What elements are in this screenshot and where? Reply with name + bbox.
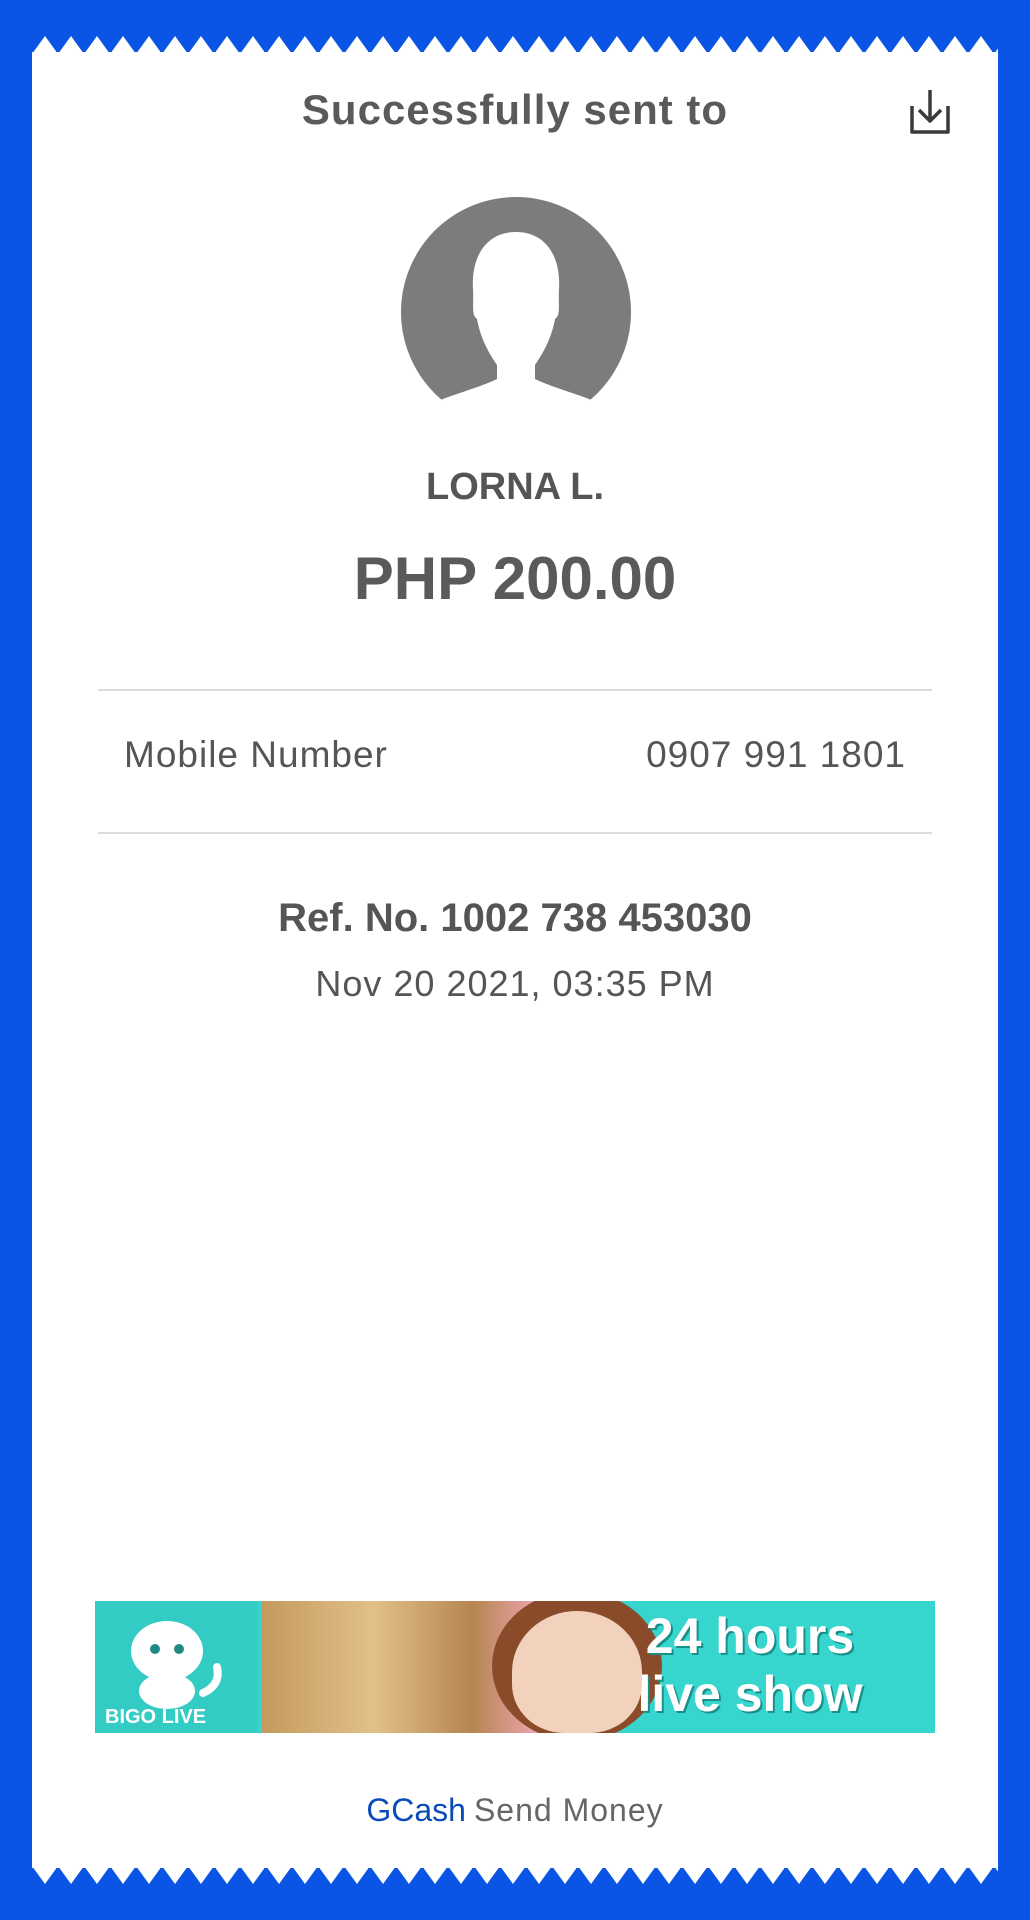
ad-face — [512, 1611, 642, 1733]
reference-number: Ref. No. 1002 738 453030 — [278, 896, 752, 940]
page-title: Successfully sent to — [301, 86, 729, 133]
mobile-number-value: 0907 991 1801 — [646, 734, 906, 775]
download-icon — [910, 90, 950, 134]
divider-top — [98, 689, 932, 691]
user-avatar-icon — [401, 197, 631, 402]
recipient-name: LORNA L. — [425, 466, 604, 508]
ad-banner[interactable]: BIGO LIVE 24 hours live show — [95, 1601, 935, 1733]
footer-brand: GCash — [366, 1792, 466, 1828]
mobile-number-label: Mobile Number — [124, 734, 388, 775]
receipt-top-edge — [32, 30, 998, 54]
ad-photo — [262, 1601, 662, 1733]
download-button[interactable] — [904, 86, 956, 138]
receipt-bottom-edge — [32, 1866, 998, 1890]
transaction-date: Nov 20 2021, 03:35 PM — [315, 963, 715, 1004]
bigo-logo: BIGO LIVE — [95, 1601, 257, 1733]
divider-bottom — [98, 832, 932, 834]
bigo-brand: BIGO LIVE — [105, 1706, 207, 1728]
amount-sent: PHP 200.00 — [353, 545, 677, 612]
footer-service: Send Money — [473, 1792, 664, 1828]
footer: GCash Send Money — [0, 1792, 1030, 1829]
